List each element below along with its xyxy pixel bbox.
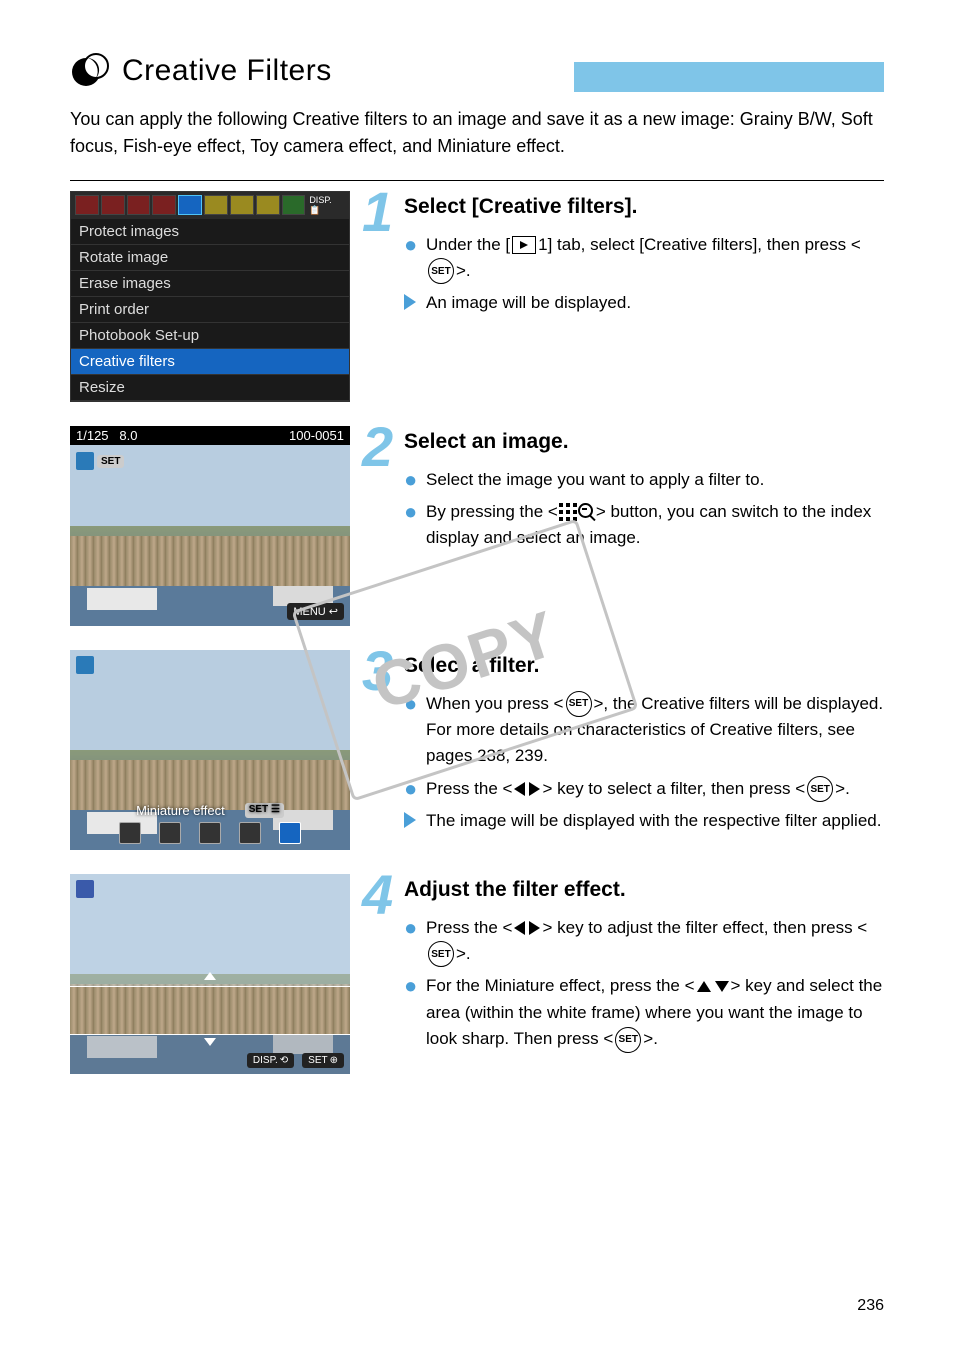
left-key-icon xyxy=(514,921,525,935)
bullet-icon: ● xyxy=(404,232,418,285)
step-1: DISP. 📋 Protect images Rotate image Eras… xyxy=(70,191,884,402)
right-key-icon xyxy=(529,921,540,935)
bullet-icon: ● xyxy=(404,691,418,770)
step-title: Select [Creative filters]. xyxy=(404,191,884,224)
step-title: Adjust the filter effect. xyxy=(404,874,884,907)
filter-option-icon xyxy=(199,822,221,844)
screenshot-filter-select: Miniature effect SET ☰ xyxy=(70,650,350,850)
bullet-icon: ● xyxy=(404,499,418,552)
menu-back-label: MENU ↩ xyxy=(287,603,344,620)
bullet-icon: ● xyxy=(404,915,418,968)
header-accent-bar xyxy=(574,62,884,92)
down-key-icon xyxy=(715,981,729,992)
set-button-icon: SET xyxy=(428,258,454,284)
filter-badge-icon xyxy=(76,452,94,470)
set-button-label: SET ⊕ xyxy=(302,1053,344,1068)
set-button-icon: SET xyxy=(428,941,454,967)
bullet-text: Select the image you want to apply a fil… xyxy=(426,467,764,493)
set-button-icon: SET xyxy=(807,776,833,802)
menu-tab xyxy=(256,195,280,215)
screenshot-miniature-adjust: DISP. ⟲ SET ⊕ xyxy=(70,874,350,1074)
step-2: 1/125 8.0 100-0051 SET MENU ↩ 2 Select a… xyxy=(70,426,884,626)
filter-option-selected-icon xyxy=(279,822,301,844)
section-divider xyxy=(70,180,884,181)
bullet-text: When you press <SET>, the Creative filte… xyxy=(426,691,884,770)
page-title: Creative Filters xyxy=(122,54,332,88)
bullet-text: Press the <> key to adjust the filter ef… xyxy=(426,915,884,968)
miniature-badge-icon xyxy=(76,880,94,898)
menu-tab xyxy=(127,195,151,215)
bullet-text: Press the <> key to select a filter, the… xyxy=(426,776,850,803)
filter-name-label: Miniature effect xyxy=(136,803,225,818)
frame-up-icon xyxy=(204,972,216,980)
menu-item-selected: Creative filters xyxy=(71,349,349,375)
menu-tab xyxy=(204,195,228,215)
frame-down-icon xyxy=(204,1038,216,1046)
bullet-text: For the Miniature effect, press the <> k… xyxy=(426,973,884,1052)
menu-tab xyxy=(230,195,254,215)
menu-tab xyxy=(75,195,99,215)
screenshot-select-image: 1/125 8.0 100-0051 SET MENU ↩ xyxy=(70,426,350,626)
step-number: 1 xyxy=(362,187,392,237)
bullet-icon: ● xyxy=(404,776,418,803)
set-button-icon: SET xyxy=(566,691,592,717)
disp-button-label: DISP. ⟲ xyxy=(247,1053,294,1068)
index-icon xyxy=(559,503,577,521)
menu-tab xyxy=(152,195,176,215)
set-badge: SET ☰ xyxy=(245,803,284,818)
filter-option-icon xyxy=(119,822,141,844)
step-number: 3 xyxy=(362,646,392,696)
step-title: Select a filter. xyxy=(404,650,884,683)
up-key-icon xyxy=(697,981,711,992)
playback-icon xyxy=(512,236,536,254)
menu-item: Photobook Set-up xyxy=(71,323,349,349)
menu-item: Erase images xyxy=(71,271,349,297)
set-badge: SET xyxy=(97,455,124,468)
result-arrow-icon xyxy=(404,810,418,836)
bullet-icon: ● xyxy=(404,467,418,493)
step-title: Select an image. xyxy=(404,426,884,459)
menu-tab-active xyxy=(178,195,202,215)
bullet-text: The image will be displayed with the res… xyxy=(426,808,881,836)
filter-badge-icon xyxy=(76,656,94,674)
step-4: DISP. ⟲ SET ⊕ 4 Adjust the filter effect… xyxy=(70,874,884,1074)
step-number: 4 xyxy=(362,870,392,920)
set-button-icon: SET xyxy=(615,1027,641,1053)
screenshot-menu: DISP. 📋 Protect images Rotate image Eras… xyxy=(70,191,350,402)
page-number: 236 xyxy=(857,1297,884,1315)
step-3: Miniature effect SET ☰ 3 Select a filter… xyxy=(70,650,884,850)
step-number: 2 xyxy=(362,422,392,472)
bullet-icon: ● xyxy=(404,973,418,1052)
menu-tab xyxy=(282,195,306,215)
menu-item: Print order xyxy=(71,297,349,323)
zoom-out-icon xyxy=(578,503,596,521)
menu-tabs: DISP. 📋 xyxy=(71,192,349,219)
intro-text: You can apply the following Creative fil… xyxy=(70,106,884,160)
bullet-text: By pressing the <> button, you can switc… xyxy=(426,499,884,552)
result-arrow-icon xyxy=(404,292,418,318)
filter-option-icon xyxy=(159,822,181,844)
menu-item: Resize xyxy=(71,375,349,401)
menu-item: Protect images xyxy=(71,219,349,245)
photo-info-bar: 1/125 8.0 100-0051 xyxy=(70,426,350,445)
disp-label: DISP. 📋 xyxy=(309,195,345,216)
bullet-text: Under the [1] tab, select [Creative filt… xyxy=(426,232,884,285)
filter-option-icon xyxy=(239,822,261,844)
bullet-text: An image will be displayed. xyxy=(426,290,631,318)
right-key-icon xyxy=(529,782,540,796)
menu-tab xyxy=(101,195,125,215)
menu-item: Rotate image xyxy=(71,245,349,271)
creative-filters-icon xyxy=(70,50,112,92)
left-key-icon xyxy=(514,782,525,796)
